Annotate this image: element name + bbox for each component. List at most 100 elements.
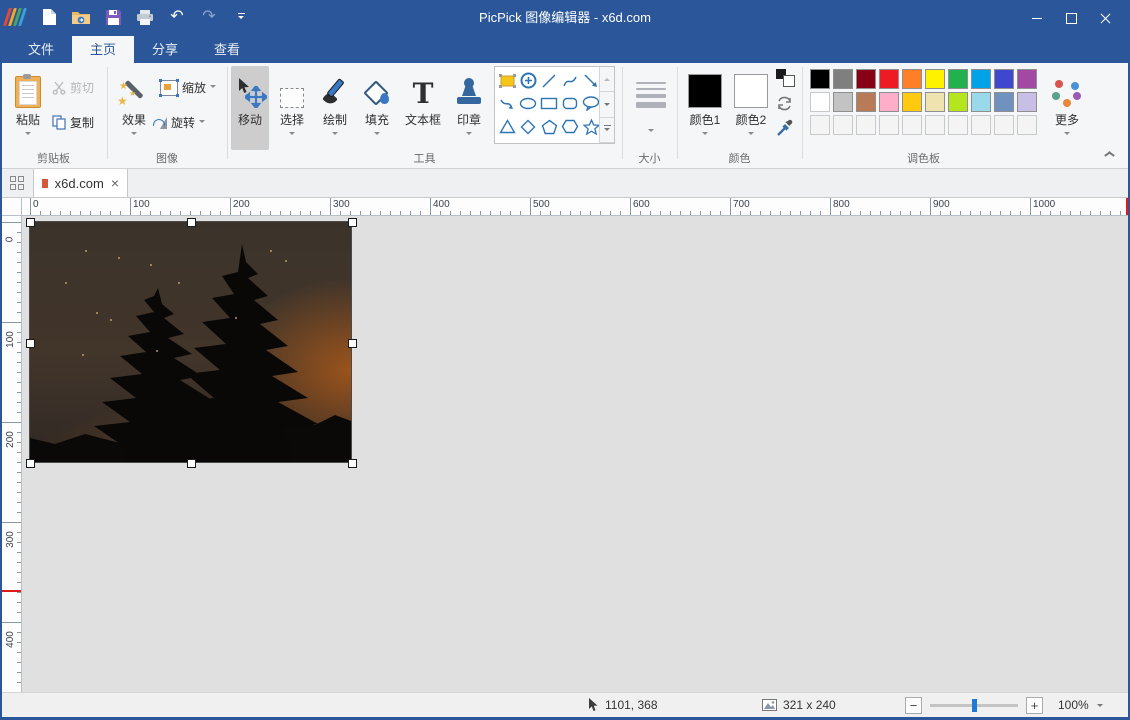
palette-swatch[interactable] — [948, 92, 968, 112]
eyedropper-button[interactable] — [776, 119, 794, 137]
palette-swatch[interactable] — [925, 69, 945, 89]
shape-speech-bubble[interactable] — [581, 92, 601, 115]
maximize-button[interactable] — [1054, 0, 1088, 36]
palette-swatch[interactable] — [925, 92, 945, 112]
palette-swatch[interactable] — [994, 115, 1014, 135]
palette-swatch[interactable] — [902, 69, 922, 89]
tab-share[interactable]: 分享 — [134, 36, 196, 63]
document-icon — [42, 179, 48, 188]
shape-pentagon[interactable] — [539, 115, 559, 138]
minimize-button[interactable] — [1020, 0, 1054, 36]
palette-swatch[interactable] — [925, 115, 945, 135]
shape-highlight[interactable] — [497, 69, 517, 92]
selection-handle-sw[interactable] — [26, 459, 35, 468]
ruler-tick — [50, 211, 51, 215]
selection-handle-n[interactable] — [187, 218, 196, 227]
shape-rectangle[interactable] — [539, 92, 559, 115]
textbox-tool-button[interactable]: T 文本框 — [400, 66, 446, 150]
palette-swatch[interactable] — [810, 115, 830, 135]
palette-swatch[interactable] — [879, 115, 899, 135]
zoom-slider[interactable] — [930, 704, 1018, 707]
palette-swatch[interactable] — [994, 69, 1014, 89]
ruler-corner — [0, 197, 22, 216]
palette-swatch[interactable] — [810, 69, 830, 89]
palette-swatch[interactable] — [948, 115, 968, 135]
shape-hexagon[interactable] — [560, 115, 580, 138]
gallery-scroll-up-button[interactable] — [600, 67, 614, 92]
paste-button[interactable]: 粘贴 — [8, 66, 48, 150]
palette-swatch[interactable] — [856, 69, 876, 89]
window-list-button[interactable] — [4, 171, 30, 194]
stamp-tool-button[interactable]: 印章 — [450, 66, 488, 150]
zoom-out-button[interactable]: − — [905, 697, 922, 714]
selection-handle-se[interactable] — [348, 459, 357, 468]
palette-swatch[interactable] — [1017, 69, 1037, 89]
palette-swatch[interactable] — [994, 92, 1014, 112]
shape-triangle[interactable] — [497, 115, 517, 138]
palette-swatch[interactable] — [810, 92, 830, 112]
color2-button[interactable]: 颜色2 — [730, 66, 772, 150]
shape-curve[interactable] — [560, 69, 580, 92]
palette-swatch[interactable] — [833, 92, 853, 112]
shape-rounded-rectangle[interactable] — [560, 92, 580, 115]
move-tool-button[interactable]: 移动 — [231, 66, 269, 150]
zoom-in-button[interactable]: + — [1026, 697, 1043, 714]
palette-swatch[interactable] — [971, 92, 991, 112]
tab-file[interactable]: 文件 — [10, 36, 72, 63]
tab-close-icon[interactable]: × — [111, 176, 119, 190]
shape-ellipse[interactable] — [518, 92, 538, 115]
resize-button[interactable]: 缩放 — [160, 79, 216, 96]
rotate-button[interactable]: 旋转 — [160, 114, 205, 131]
selection-handle-e[interactable] — [348, 339, 357, 348]
palette-swatch[interactable] — [833, 115, 853, 135]
image[interactable] — [30, 222, 351, 462]
selection-handle-nw[interactable] — [26, 218, 35, 227]
tab-home[interactable]: 主页 — [72, 36, 134, 63]
shape-arrow[interactable] — [581, 69, 601, 92]
shape-curve-arrow[interactable] — [497, 92, 517, 115]
ruler-tick — [17, 282, 21, 283]
palette-swatch[interactable] — [1017, 115, 1037, 135]
selection-handle-s[interactable] — [187, 459, 196, 468]
more-colors-button[interactable]: 更多 — [1046, 66, 1088, 150]
copy-button[interactable]: 复制 — [52, 114, 94, 131]
palette-swatch[interactable] — [1017, 92, 1037, 112]
shape-diamond[interactable] — [518, 115, 538, 138]
document-tab-x6d[interactable]: x6d.com × — [33, 168, 128, 197]
size-group-label: 大小 — [622, 150, 677, 166]
tab-view[interactable]: 查看 — [196, 36, 258, 63]
palette-swatch[interactable] — [971, 69, 991, 89]
select-tool-button[interactable]: 选择 — [273, 66, 311, 150]
draw-tool-button[interactable]: 绘制 — [316, 66, 354, 150]
gallery-expand-button[interactable] — [600, 118, 614, 143]
zoom-slider-thumb[interactable] — [972, 699, 977, 712]
ruler-tick — [560, 211, 561, 215]
rotate-colors-button[interactable] — [776, 95, 793, 112]
ruler-tick — [910, 211, 911, 215]
collapse-ribbon-button[interactable] — [1104, 151, 1113, 157]
palette-swatch[interactable] — [833, 69, 853, 89]
palette-swatch[interactable] — [902, 92, 922, 112]
color1-button[interactable]: 颜色1 — [684, 66, 726, 150]
swap-colors-button[interactable] — [776, 69, 794, 85]
palette-swatch[interactable] — [902, 115, 922, 135]
gallery-scroll-down-button[interactable] — [600, 92, 614, 117]
close-button[interactable] — [1088, 0, 1122, 36]
effects-button[interactable]: ★ ★ ★ 效果 — [113, 66, 155, 150]
palette-swatch[interactable] — [971, 115, 991, 135]
selection-handle-ne[interactable] — [348, 218, 357, 227]
zoom-level-dropdown[interactable]: 100% — [1058, 693, 1103, 717]
shape-line[interactable] — [539, 69, 559, 92]
fill-tool-button[interactable]: 填充 — [358, 66, 396, 150]
selection-handle-w[interactable] — [26, 339, 35, 348]
palette-swatch[interactable] — [856, 115, 876, 135]
palette-swatch[interactable] — [948, 69, 968, 89]
line-size-button[interactable] — [630, 66, 672, 150]
canvas[interactable] — [22, 216, 1130, 693]
palette-swatch[interactable] — [879, 69, 899, 89]
cut-button[interactable]: 剪切 — [52, 79, 94, 96]
palette-swatch[interactable] — [879, 92, 899, 112]
palette-swatch[interactable] — [856, 92, 876, 112]
shape-ellipse-plus[interactable] — [518, 69, 538, 92]
shape-star[interactable] — [581, 115, 601, 138]
